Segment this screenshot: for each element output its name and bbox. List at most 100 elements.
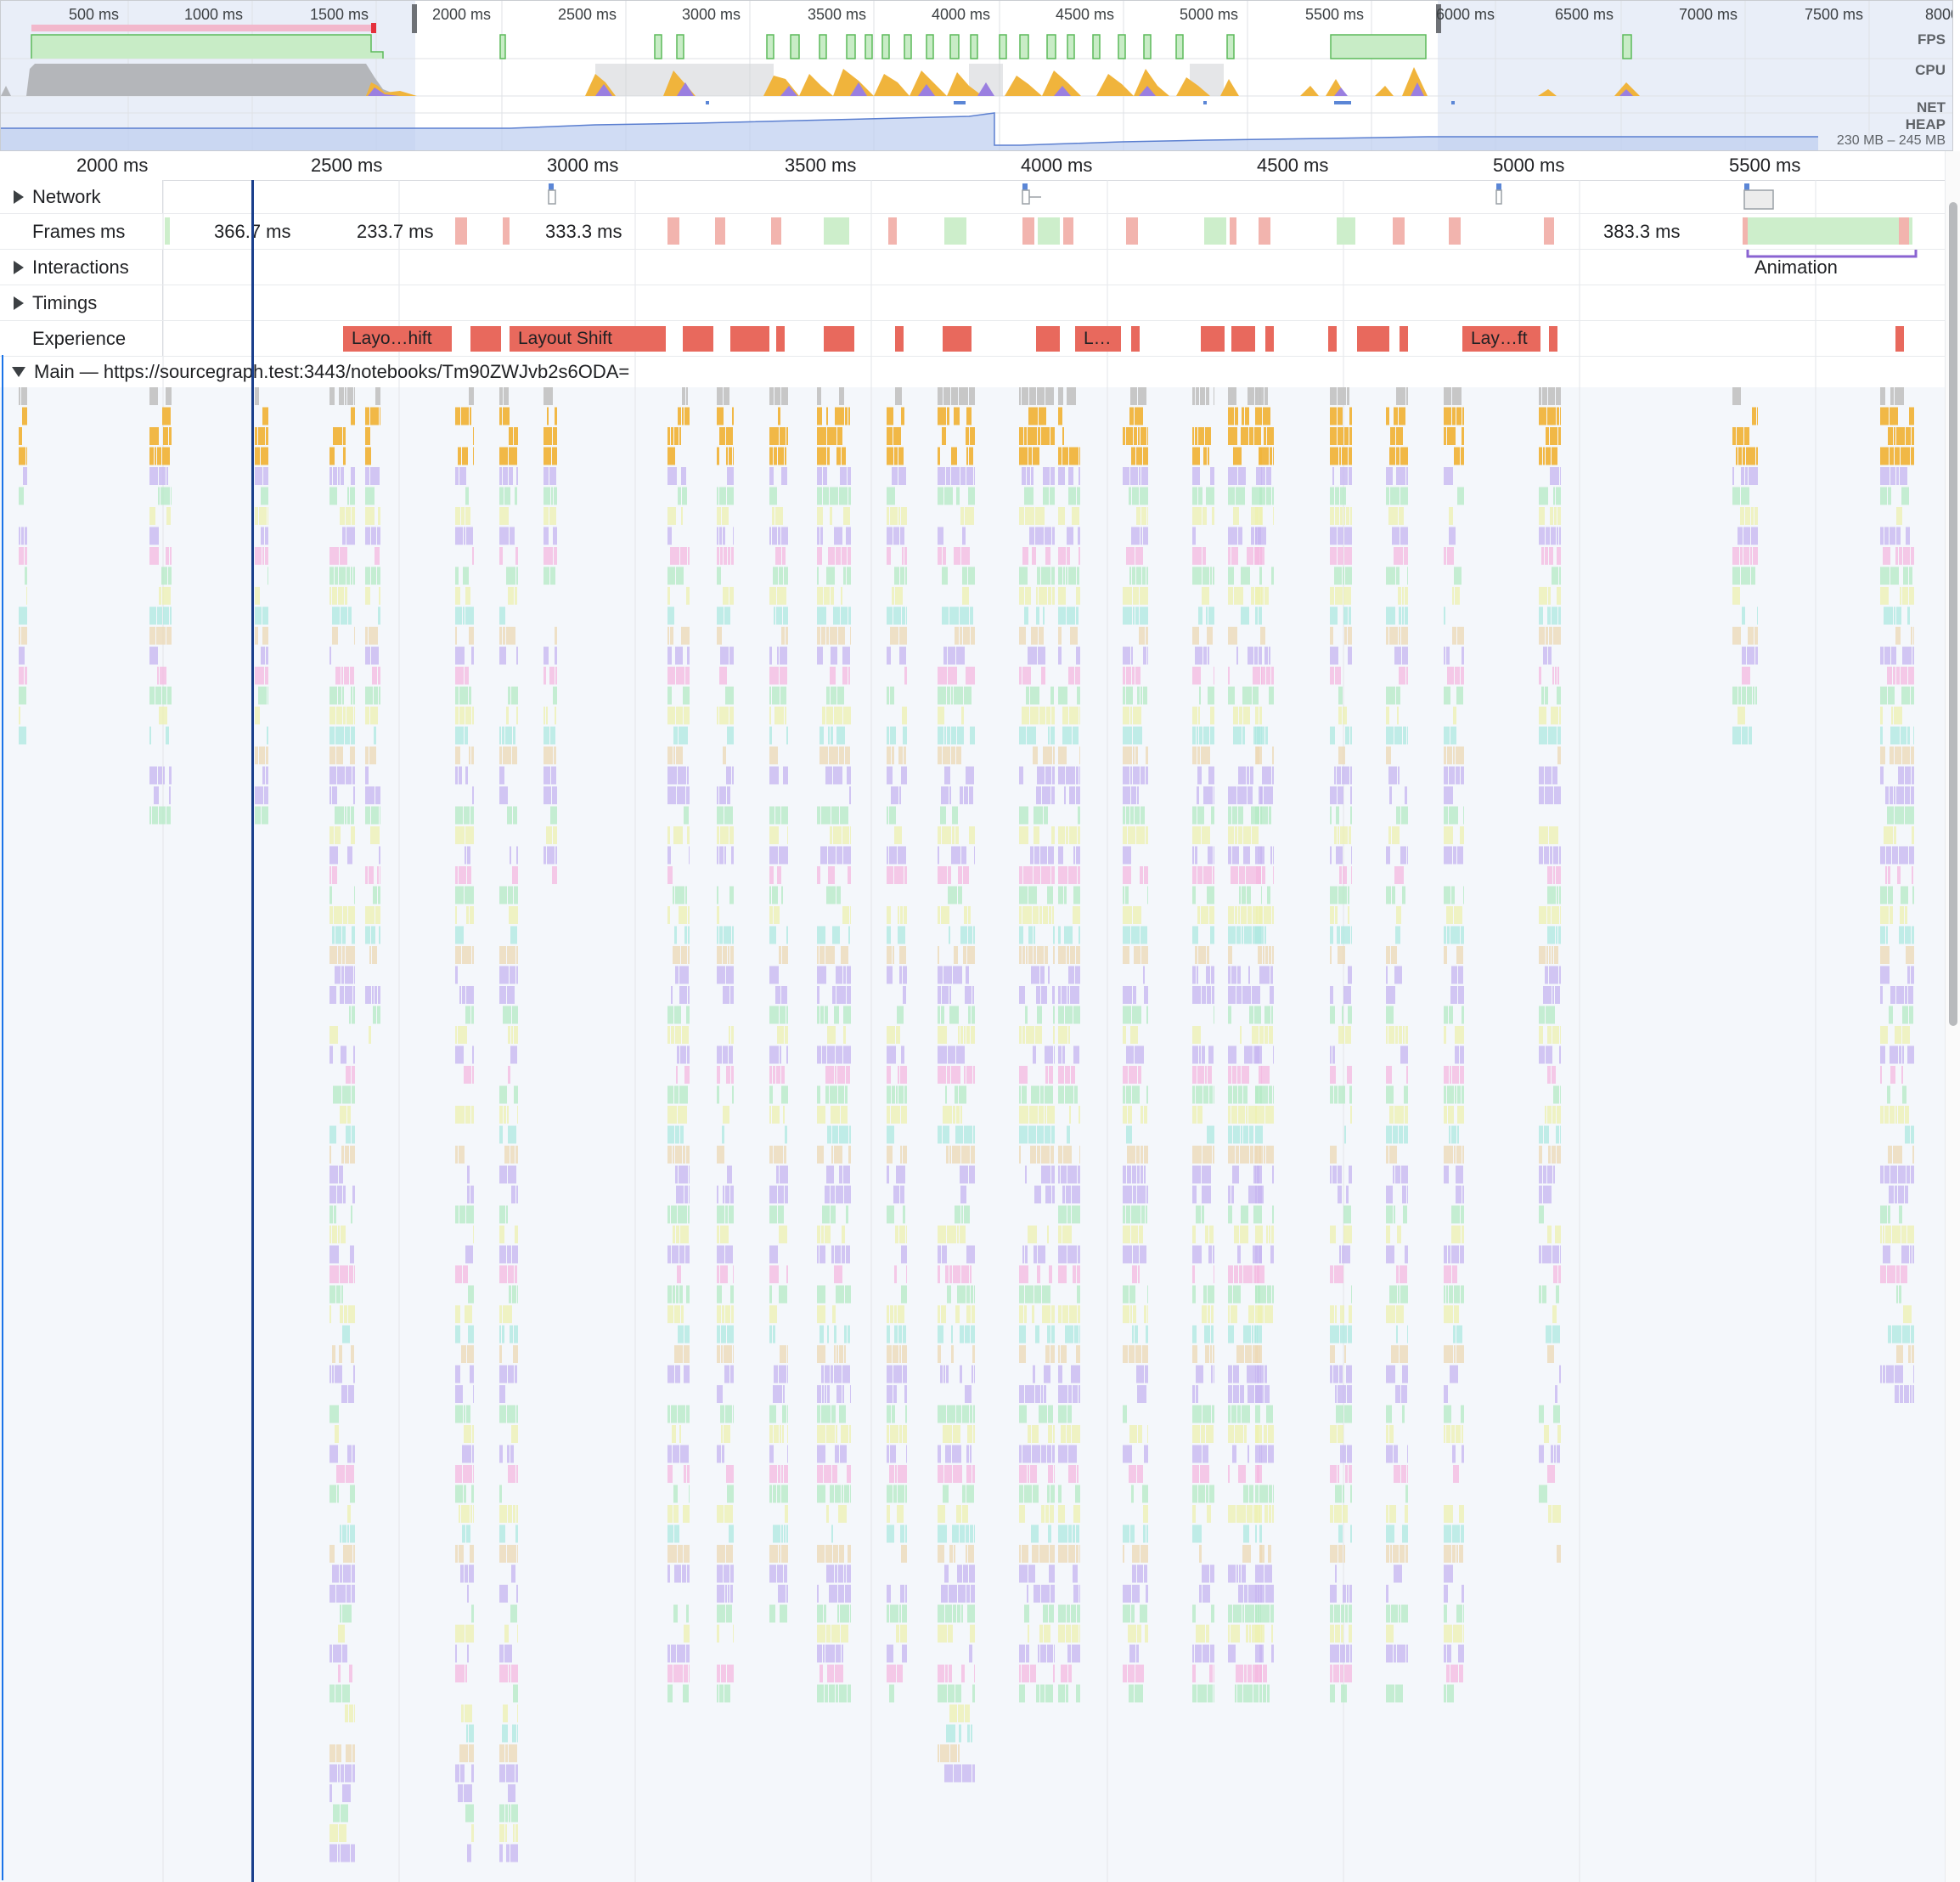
layout-shift-event[interactable] <box>730 326 769 352</box>
flame-slice <box>1034 946 1036 964</box>
layout-shift-event[interactable] <box>824 326 854 352</box>
flame-slice <box>462 447 468 465</box>
flame-slice <box>1551 527 1556 545</box>
layout-shift-event[interactable]: Lay…ft <box>1462 326 1540 352</box>
flame-slice <box>1451 966 1457 984</box>
flame-slice <box>1033 906 1039 924</box>
flame-slice <box>1262 866 1265 884</box>
flame-slice <box>1463 1604 1464 1623</box>
track-timings[interactable]: Timings <box>0 285 1945 321</box>
flame-slice <box>329 686 337 705</box>
layout-shift-event[interactable] <box>1231 326 1255 352</box>
layout-shift-event[interactable] <box>776 326 785 352</box>
ruler-tick: 2500 ms <box>311 155 383 176</box>
flame-slice <box>1342 1006 1343 1024</box>
expand-icon[interactable] <box>14 296 24 310</box>
flame-slice <box>1341 1625 1343 1643</box>
flame-slice <box>1140 866 1143 884</box>
flame-slice <box>829 747 838 764</box>
track-header-main[interactable]: Main — https://sourcegraph.test:3443/not… <box>0 357 849 387</box>
layout-shift-event[interactable] <box>1265 326 1274 352</box>
flame-slice <box>786 1006 788 1024</box>
flame-slice <box>778 407 780 425</box>
flame-slice <box>732 1085 734 1104</box>
layout-shift-event[interactable] <box>943 326 972 352</box>
layout-shift-event[interactable] <box>1895 326 1904 352</box>
flame-slice <box>1192 1285 1196 1304</box>
flame-slice <box>1058 1365 1062 1383</box>
flame-slice <box>345 1764 352 1783</box>
flame-slice <box>1053 1425 1055 1443</box>
layout-shift-event[interactable] <box>1201 326 1225 352</box>
flame-slice <box>817 1146 824 1164</box>
flame-slice <box>938 747 942 764</box>
expand-icon[interactable] <box>14 260 24 274</box>
flame-slice <box>1539 1445 1544 1463</box>
scrollbar-thumb[interactable] <box>1949 202 1957 1026</box>
animation-label[interactable]: Animation <box>1754 256 1838 279</box>
layout-shift-event[interactable]: Layo…hift <box>343 326 452 352</box>
flame-slice <box>329 1684 335 1703</box>
flame-slice <box>1267 427 1274 445</box>
flame-slice <box>1137 686 1140 705</box>
flame-slice <box>825 1545 832 1563</box>
flame-slice <box>1550 427 1557 445</box>
flame-slice <box>1058 1405 1067 1423</box>
timeline-overview[interactable]: 500 ms 1000 ms 1500 ms 2000 ms 2500 ms 3… <box>0 0 1953 151</box>
flame-slice <box>1232 1066 1236 1084</box>
layout-shift-event[interactable]: L… <box>1075 326 1121 352</box>
track-header-network[interactable]: Network <box>0 180 163 213</box>
track-header-timings[interactable]: Timings <box>0 285 163 320</box>
flame-slice <box>1341 1604 1344 1623</box>
layout-shift-event[interactable] <box>1131 326 1140 352</box>
flame-slice <box>1255 1505 1260 1523</box>
flame-slice <box>1129 1644 1135 1663</box>
flame-slice <box>1255 1365 1259 1383</box>
flame-slice <box>149 467 158 485</box>
flame-slice <box>1242 926 1243 944</box>
track-experience[interactable]: Experience Layo…hift Layout Shift L… Lay… <box>0 321 1945 357</box>
flame-slice <box>1129 1345 1135 1363</box>
tracks-panel[interactable]: Network Frames ms 366.7 ms 233.7 ms 333.… <box>0 180 1945 1882</box>
flame-slice <box>455 906 457 924</box>
layout-shift-event[interactable] <box>1357 326 1389 352</box>
layout-shift-event[interactable] <box>1549 326 1557 352</box>
flame-slice <box>887 1405 891 1423</box>
flame-slice <box>1386 1445 1393 1463</box>
flame-slice <box>455 886 464 904</box>
flame-slice <box>506 627 515 645</box>
frame-duration[interactable]: 383.3 ms <box>1603 221 1681 243</box>
flame-slice <box>1050 467 1055 485</box>
time-ruler[interactable]: 2000 ms 2500 ms 3000 ms 3500 ms 4000 ms … <box>0 151 1945 181</box>
flame-slice <box>1255 547 1264 565</box>
flame-slice <box>1455 1045 1459 1064</box>
track-network[interactable]: Network <box>0 180 1945 214</box>
track-interactions[interactable]: Interactions Animation <box>0 250 1945 285</box>
flame-chart[interactable] <box>0 180 1945 1882</box>
flame-slice <box>1203 1285 1207 1304</box>
time-cursor[interactable] <box>251 180 254 1882</box>
layout-shift-event[interactable] <box>683 326 713 352</box>
layout-shift-event[interactable] <box>1328 326 1337 352</box>
flame-slice <box>1264 646 1268 665</box>
layout-shift-event[interactable] <box>1400 326 1408 352</box>
layout-shift-event[interactable] <box>470 326 501 352</box>
collapse-icon[interactable] <box>12 367 25 377</box>
layout-shift-event[interactable]: Layout Shift <box>510 326 666 352</box>
layout-shift-event[interactable] <box>1036 326 1060 352</box>
frame-duration[interactable]: 333.3 ms <box>545 221 622 243</box>
layout-shift-event[interactable] <box>895 326 904 352</box>
flame-slice <box>329 1026 338 1044</box>
frame-duration[interactable]: ms <box>100 221 125 243</box>
flame-slice <box>1349 1465 1352 1483</box>
flame-slice <box>510 1325 513 1344</box>
flame-slice <box>1452 587 1454 605</box>
flame-slice <box>1884 527 1889 545</box>
frame-duration[interactable]: 233.7 ms <box>357 221 434 243</box>
vertical-scrollbar[interactable] <box>1945 151 1960 1882</box>
track-header-interactions[interactable]: Interactions <box>0 250 163 285</box>
flame-slice <box>887 1026 895 1044</box>
flame-slice <box>1047 886 1053 904</box>
expand-icon[interactable] <box>14 189 24 204</box>
track-frames[interactable]: Frames ms 366.7 ms 233.7 ms 333.3 ms 383… <box>0 214 1945 250</box>
